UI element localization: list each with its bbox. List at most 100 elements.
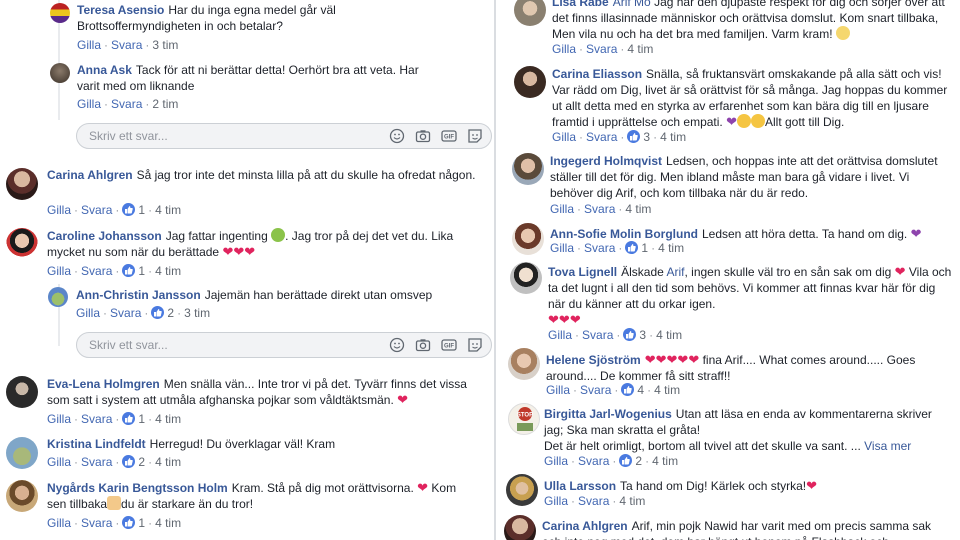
comment-author[interactable]: Lisa Rabe bbox=[552, 0, 609, 9]
sticker-icon[interactable] bbox=[467, 128, 483, 144]
timestamp[interactable]: 3 tim bbox=[184, 306, 210, 320]
camera-icon[interactable] bbox=[415, 337, 431, 353]
avatar[interactable] bbox=[6, 168, 38, 200]
reply-button[interactable]: Svara bbox=[111, 38, 142, 52]
timestamp[interactable]: 4 tim bbox=[155, 516, 181, 530]
tagged-user[interactable]: Arif Mo bbox=[613, 0, 651, 9]
comment-author[interactable]: Caroline Johansson bbox=[47, 229, 162, 243]
reply-button[interactable]: Svara bbox=[578, 494, 609, 508]
timestamp[interactable]: 4 tim bbox=[627, 42, 653, 56]
avatar[interactable] bbox=[514, 0, 546, 26]
comment-author[interactable]: Helene Sjöström bbox=[546, 353, 641, 367]
avatar[interactable] bbox=[510, 262, 542, 294]
comment-author[interactable]: Ann-Christin Jansson bbox=[76, 288, 201, 302]
comment-author[interactable]: Tova Lignell bbox=[548, 265, 617, 279]
like-button[interactable]: Gilla bbox=[47, 264, 71, 278]
avatar[interactable] bbox=[6, 228, 38, 260]
like-button[interactable]: Gilla bbox=[552, 130, 576, 144]
comment-author[interactable]: Kristina Lindfeldt bbox=[47, 437, 146, 451]
comment-author[interactable]: Ann-Sofie Molin Borglund bbox=[550, 227, 698, 241]
timestamp[interactable]: 4 tim bbox=[660, 130, 686, 144]
reaction-count[interactable]: 2 bbox=[138, 455, 145, 469]
like-button[interactable]: Gilla bbox=[47, 455, 71, 469]
like-button[interactable]: Gilla bbox=[544, 494, 568, 508]
like-button[interactable]: Gilla bbox=[552, 42, 576, 56]
timestamp[interactable]: 4 tim bbox=[656, 328, 682, 342]
camera-icon[interactable] bbox=[415, 128, 431, 144]
timestamp[interactable]: 2 tim bbox=[152, 97, 178, 111]
reply-button[interactable]: Svara bbox=[110, 306, 141, 320]
reply-button[interactable]: Svara bbox=[580, 383, 611, 397]
gif-icon[interactable]: GIF bbox=[441, 128, 457, 144]
like-button[interactable]: Gilla bbox=[47, 516, 71, 530]
reply-button[interactable]: Svara bbox=[111, 97, 142, 111]
comment-author[interactable]: Ingegerd Holmqvist bbox=[550, 154, 662, 168]
timestamp[interactable]: 4 tim bbox=[155, 264, 181, 278]
timestamp[interactable]: 4 tim bbox=[155, 412, 181, 426]
timestamp[interactable]: 3 tim bbox=[152, 38, 178, 52]
see-more-link[interactable]: Visa mer bbox=[864, 439, 911, 453]
comment-author[interactable]: Eva-Lena Holmgren bbox=[47, 377, 160, 391]
emoji-icon[interactable] bbox=[389, 128, 405, 144]
emoji-icon[interactable] bbox=[389, 337, 405, 353]
reaction-count[interactable]: 1 bbox=[138, 516, 145, 530]
avatar[interactable] bbox=[6, 376, 38, 408]
avatar[interactable] bbox=[50, 3, 70, 23]
like-button[interactable]: Gilla bbox=[550, 241, 574, 255]
like-button[interactable]: Gilla bbox=[76, 306, 100, 320]
comment-author[interactable]: Carina Ahlgren bbox=[542, 519, 628, 533]
gif-icon[interactable]: GIF bbox=[441, 337, 457, 353]
tagged-user[interactable]: Arif bbox=[667, 265, 685, 279]
avatar[interactable] bbox=[512, 223, 544, 255]
reaction-count[interactable]: 1 bbox=[138, 264, 145, 278]
like-button[interactable]: Gilla bbox=[550, 202, 574, 216]
like-button[interactable]: Gilla bbox=[77, 38, 101, 52]
avatar[interactable] bbox=[6, 480, 38, 512]
avatar[interactable] bbox=[506, 474, 538, 506]
like-button[interactable]: Gilla bbox=[546, 383, 570, 397]
reply-input[interactable]: Skriv ett svar... GIF bbox=[76, 332, 492, 358]
reply-button[interactable]: Svara bbox=[81, 203, 112, 217]
reply-button[interactable]: Svara bbox=[81, 264, 112, 278]
reaction-count[interactable]: 1 bbox=[138, 412, 145, 426]
reaction-count[interactable]: 1 bbox=[138, 203, 145, 217]
reply-button[interactable]: Svara bbox=[81, 412, 112, 426]
reply-input[interactable]: Skriv ett svar... GIF bbox=[76, 123, 492, 149]
comment-author[interactable]: Anna Ask bbox=[77, 63, 132, 77]
avatar[interactable] bbox=[514, 66, 546, 98]
avatar[interactable]: STOP bbox=[508, 403, 540, 435]
avatar[interactable] bbox=[50, 63, 70, 83]
comment-author[interactable]: Birgitta Jarl-Wogenius bbox=[544, 407, 672, 421]
timestamp[interactable]: 4 tim bbox=[619, 494, 645, 508]
reaction-count[interactable]: 2 bbox=[635, 454, 642, 468]
reply-button[interactable]: Svara bbox=[584, 202, 615, 216]
like-button[interactable]: Gilla bbox=[47, 203, 71, 217]
reply-button[interactable]: Svara bbox=[584, 241, 615, 255]
like-button[interactable]: Gilla bbox=[548, 328, 572, 342]
comment-author[interactable]: Carina Ahlgren bbox=[47, 168, 133, 182]
timestamp[interactable]: 4 tim bbox=[652, 454, 678, 468]
reply-button[interactable]: Svara bbox=[81, 516, 112, 530]
avatar[interactable] bbox=[512, 153, 544, 185]
reply-button[interactable]: Svara bbox=[81, 455, 112, 469]
timestamp[interactable]: 4 tim bbox=[155, 203, 181, 217]
avatar[interactable] bbox=[48, 287, 68, 307]
reaction-count[interactable]: 1 bbox=[641, 241, 648, 255]
timestamp[interactable]: 4 tim bbox=[155, 455, 181, 469]
reply-button[interactable]: Svara bbox=[586, 130, 617, 144]
reply-button[interactable]: Svara bbox=[586, 42, 617, 56]
reply-button[interactable]: Svara bbox=[582, 328, 613, 342]
timestamp[interactable]: 4 tim bbox=[658, 241, 684, 255]
like-button[interactable]: Gilla bbox=[77, 97, 101, 111]
reaction-count[interactable]: 3 bbox=[643, 130, 650, 144]
sticker-icon[interactable] bbox=[467, 337, 483, 353]
reaction-count[interactable]: 2 bbox=[167, 306, 174, 320]
comment-author[interactable]: Ulla Larsson bbox=[544, 479, 616, 493]
reaction-count[interactable]: 4 bbox=[637, 383, 644, 397]
comment-author[interactable]: Teresa Asensio bbox=[77, 3, 164, 17]
reaction-count[interactable]: 3 bbox=[639, 328, 646, 342]
timestamp[interactable]: 4 tim bbox=[625, 202, 651, 216]
avatar[interactable] bbox=[508, 348, 540, 380]
like-button[interactable]: Gilla bbox=[47, 412, 71, 426]
comment-author[interactable]: Carina Eliasson bbox=[552, 67, 642, 81]
